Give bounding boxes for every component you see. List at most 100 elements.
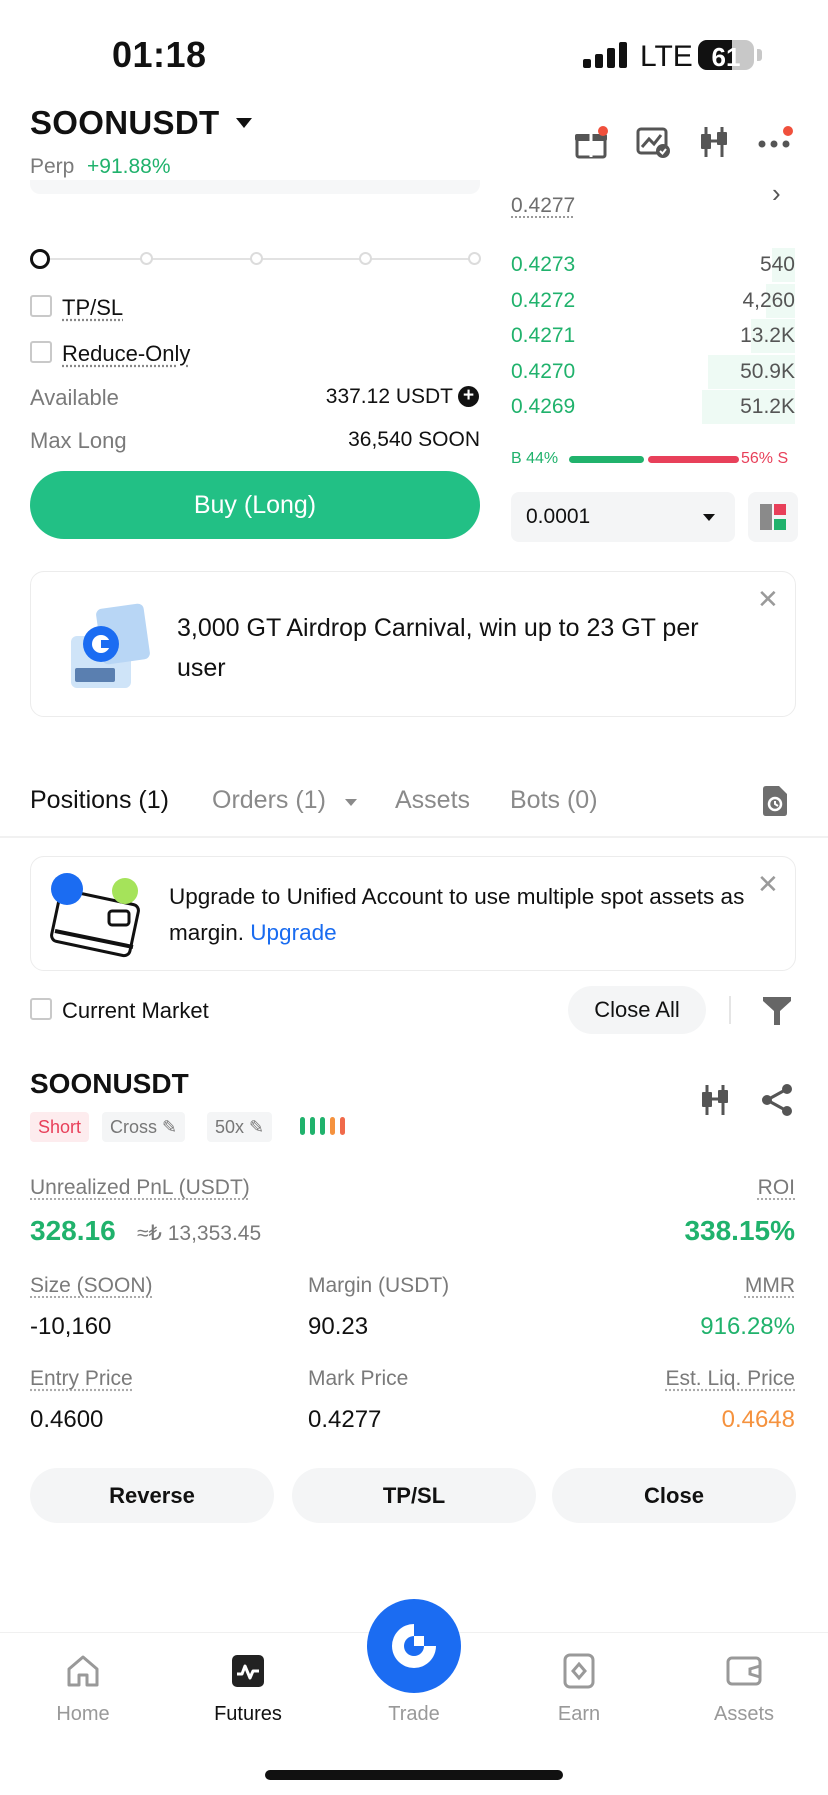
current-market-checkbox[interactable] — [30, 998, 52, 1020]
close-icon[interactable]: ✕ — [757, 584, 779, 615]
chevron-down-icon[interactable] — [345, 799, 357, 806]
upgrade-text: Upgrade to Unified Account to use multip… — [169, 879, 749, 951]
promo-text[interactable]: 3,000 GT Airdrop Carnival, win up to 23 … — [177, 608, 747, 688]
slider-node-75[interactable] — [359, 252, 372, 265]
nav-earn[interactable]: Earn — [499, 1633, 659, 1753]
orderbook-qty: 51.2K — [740, 395, 795, 418]
mark-price-value: 0.4277 — [308, 1406, 382, 1433]
pair-selector[interactable]: SOONUSDT — [30, 104, 219, 142]
nav-label: Home — [56, 1703, 110, 1725]
upgrade-link[interactable]: Upgrade — [250, 920, 336, 945]
current-market-label[interactable]: Current Market — [62, 998, 209, 1024]
risk-level-bar — [330, 1117, 335, 1135]
unrealized-pnl-label[interactable]: Unrealized PnL (USDT) — [30, 1176, 250, 1200]
orderbook-row[interactable]: 0.4272 4,260 — [505, 283, 795, 318]
amount-input-edge[interactable] — [30, 180, 480, 194]
close-all-button[interactable]: Close All — [568, 986, 706, 1034]
chevron-right-icon[interactable]: › — [772, 178, 781, 209]
orderbook-layout-icon — [760, 504, 786, 530]
risk-level-bar — [310, 1117, 315, 1135]
battery-level: 61 — [711, 42, 741, 70]
orderbook-price: 0.4270 — [511, 359, 576, 383]
mmr-label[interactable]: MMR — [745, 1274, 795, 1298]
position-symbol[interactable]: SOONUSDT — [30, 1068, 189, 1100]
buy-ratio: B 44% — [511, 450, 559, 467]
candlestick-icon[interactable] — [697, 1082, 733, 1118]
slider-node-50[interactable] — [250, 252, 263, 265]
roi-label[interactable]: ROI — [758, 1176, 795, 1200]
buy-ratio-bar — [569, 456, 644, 463]
trade-icon — [392, 1624, 436, 1668]
close-position-button[interactable]: Close — [552, 1468, 796, 1523]
nav-assets[interactable]: Assets — [664, 1633, 824, 1753]
edit-icon: ✎ — [162, 1117, 178, 1137]
tab-bots[interactable]: Bots (0) — [510, 786, 598, 815]
unrealized-pnl-fiat: ≈₺ 13,353.45 — [137, 1222, 262, 1245]
roi-value: 338.15% — [684, 1215, 795, 1246]
margin-mode-badge[interactable]: Cross ✎ — [102, 1112, 186, 1142]
slider-handle[interactable] — [30, 249, 50, 269]
orderbook-row[interactable]: 0.4270 50.9K — [505, 354, 795, 389]
home-icon — [67, 1655, 99, 1687]
orderbook-row[interactable]: 0.4269 51.2K — [505, 390, 795, 424]
nav-futures[interactable]: Futures — [168, 1633, 328, 1753]
size-value: -10,160 — [30, 1313, 112, 1340]
buy-long-button[interactable]: Buy (Long) — [30, 471, 480, 539]
tabs-divider — [0, 836, 828, 838]
sell-ratio: 56% S — [741, 450, 789, 467]
margin-value: 90.23 — [308, 1313, 369, 1340]
max-long-value: 36,540 SOON — [348, 428, 480, 451]
orderbook-last-price[interactable]: 0.4277 — [511, 194, 575, 218]
slider-node-25[interactable] — [140, 252, 153, 265]
price-precision-select[interactable]: 0.0001 — [511, 492, 735, 542]
tpsl-label[interactable]: TP/SL — [62, 295, 123, 321]
tab-orders[interactable]: Orders (1) — [212, 786, 326, 815]
liq-price-label[interactable]: Est. Liq. Price — [665, 1367, 795, 1391]
entry-price-label[interactable]: Entry Price — [30, 1367, 133, 1391]
divider — [729, 996, 731, 1024]
orderbook-row[interactable]: 0.4271 13.2K — [505, 319, 795, 353]
tab-positions[interactable]: Positions (1) — [30, 786, 169, 815]
orderbook-qty: 13.2K — [740, 324, 795, 347]
candlestick-icon[interactable] — [696, 124, 732, 160]
upgrade-banner[interactable]: Upgrade to Unified Account to use multip… — [30, 856, 796, 971]
filter-icon[interactable] — [762, 995, 792, 1027]
history-icon[interactable] — [760, 785, 790, 817]
trade-button[interactable] — [367, 1599, 461, 1693]
sell-ratio-bar — [648, 456, 739, 463]
orderbook-layout-button[interactable] — [748, 492, 798, 542]
precision-value: 0.0001 — [526, 505, 591, 528]
tpsl-button[interactable]: TP/SL — [292, 1468, 536, 1523]
add-funds-icon[interactable]: + — [458, 386, 479, 407]
reverse-button[interactable]: Reverse — [30, 1468, 274, 1523]
share-icon[interactable] — [759, 1082, 795, 1118]
orderbook-price: 0.4272 — [511, 288, 576, 312]
close-icon[interactable]: ✕ — [757, 869, 779, 900]
price-change: +91.88% — [87, 155, 171, 178]
orderbook-row[interactable]: 0.4273 540 — [505, 248, 795, 282]
reduce-only-checkbox[interactable] — [30, 341, 52, 363]
chart-check-icon[interactable] — [635, 124, 671, 160]
tab-assets[interactable]: Assets — [395, 786, 470, 815]
home-indicator — [265, 1770, 563, 1780]
edit-icon: ✎ — [249, 1117, 265, 1137]
battery-nub — [757, 49, 762, 61]
nav-label: Assets — [713, 1703, 775, 1725]
unrealized-pnl-value: 328.16 — [30, 1215, 116, 1246]
promo-banner[interactable]: 3,000 GT Airdrop Carnival, win up to 23 … — [30, 571, 796, 717]
margin-mode: Cross — [110, 1117, 158, 1137]
leverage-badge[interactable]: 50x ✎ — [207, 1112, 273, 1142]
nav-home[interactable]: Home — [3, 1633, 163, 1753]
orderbook-price: 0.4273 — [511, 253, 576, 276]
chevron-down-icon[interactable] — [236, 118, 252, 128]
chevron-down-icon — [703, 514, 715, 521]
tpsl-checkbox[interactable] — [30, 295, 52, 317]
nav-label: Earn — [557, 1703, 601, 1725]
wallet-icon — [50, 873, 140, 958]
risk-level-bar — [340, 1117, 345, 1135]
reduce-only-label[interactable]: Reduce-Only — [62, 341, 190, 367]
entry-price-value: 0.4600 — [30, 1406, 104, 1433]
slider-node-100[interactable] — [468, 252, 481, 265]
network-type: LTE — [640, 40, 693, 73]
size-label[interactable]: Size (SOON) — [30, 1274, 153, 1298]
